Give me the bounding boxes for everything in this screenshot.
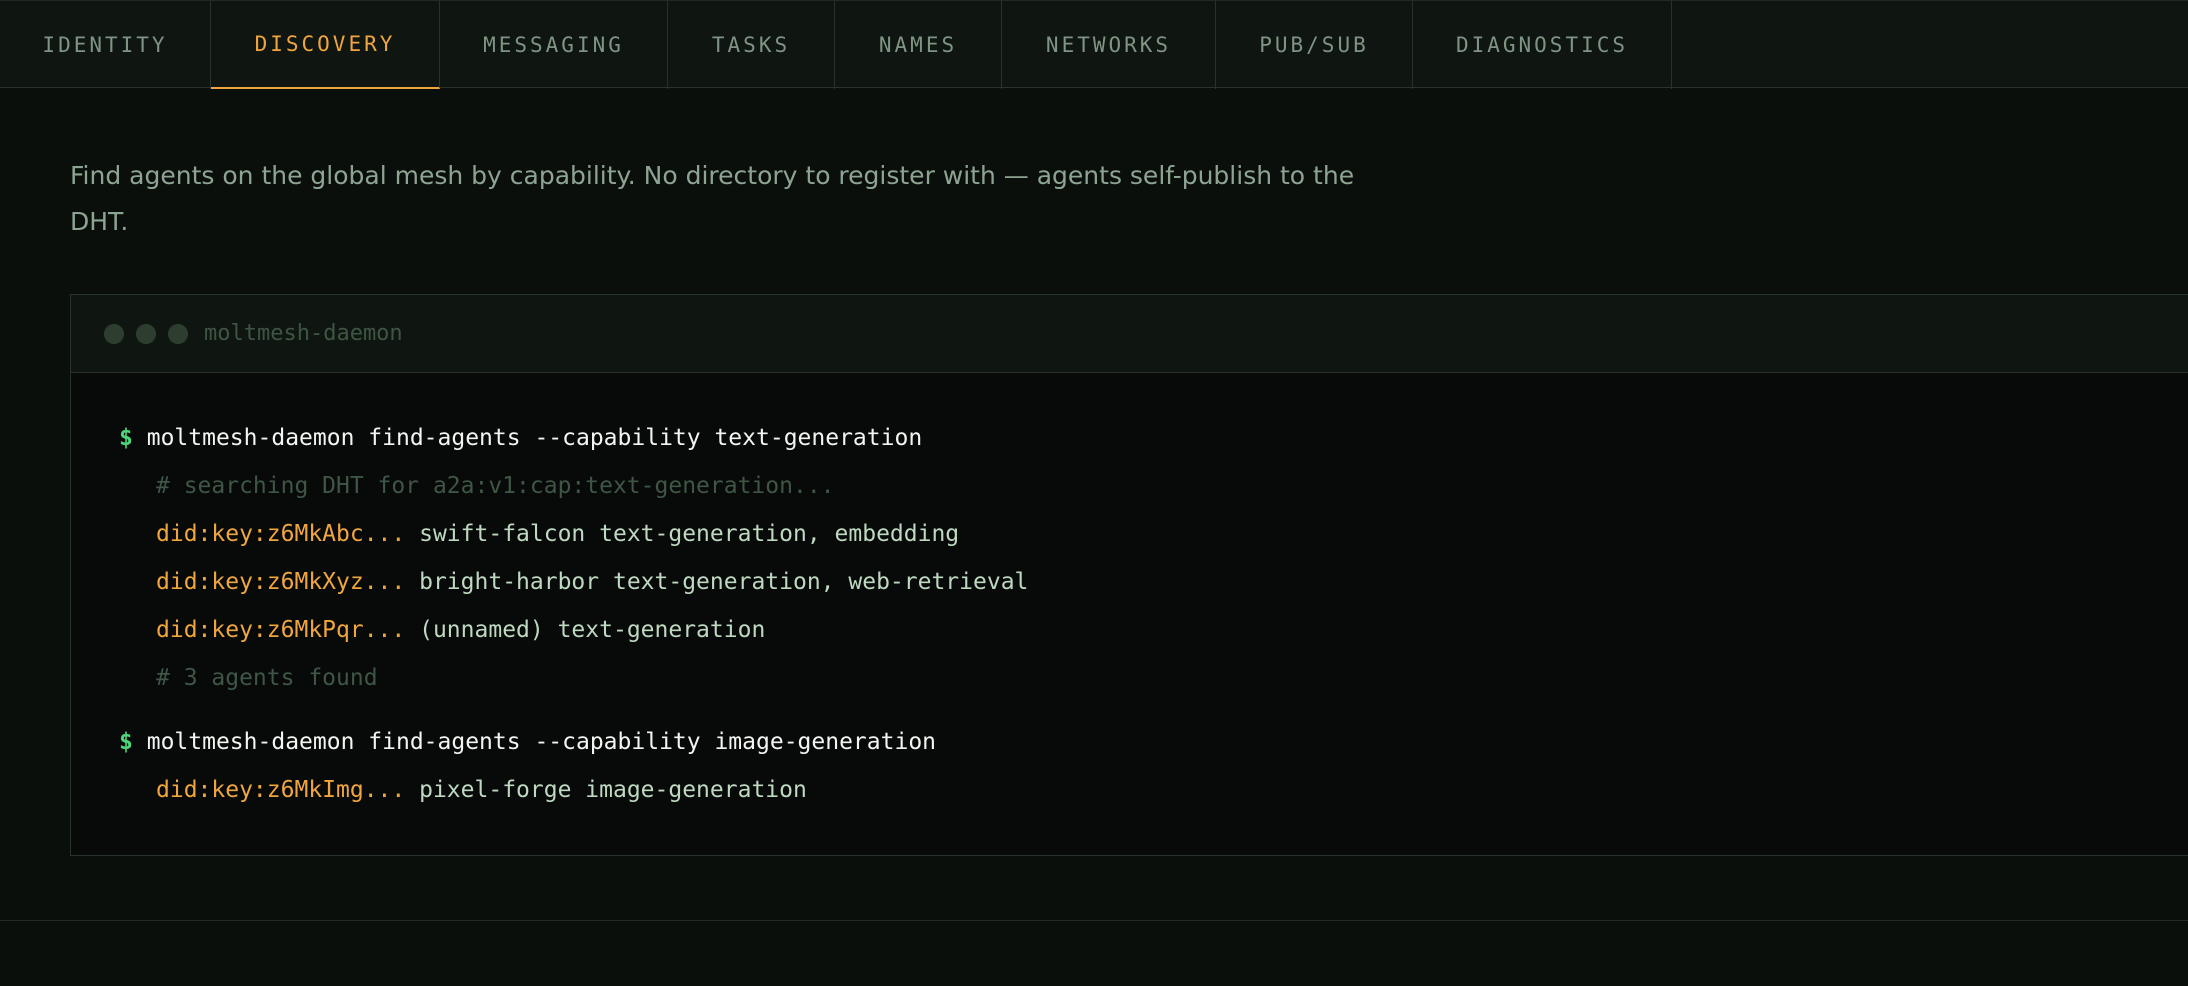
- agent-description: pixel-forge image-generation: [419, 777, 807, 803]
- tab-names[interactable]: NAMES: [835, 1, 1002, 89]
- tab-messaging[interactable]: MESSAGING: [440, 1, 668, 89]
- agent-description: bright-harbor text-generation, web-retri…: [419, 569, 1029, 595]
- tab-bar: IDENTITY DISCOVERY MESSAGING TASKS NAMES…: [0, 0, 2188, 89]
- window-dot-icon: [136, 323, 156, 344]
- agent-result: did:key:z6MkPqr... (unnamed) text-genera…: [156, 615, 765, 645]
- terminal-header: moltmesh-daemon: [71, 295, 2188, 373]
- output-comment: # 3 agents found: [156, 665, 378, 691]
- agent-did: did:key:z6MkXyz...: [156, 569, 406, 595]
- agent-result: did:key:z6MkImg... pixel-forge image-gen…: [156, 775, 807, 805]
- tab-pubsub[interactable]: PUB/SUB: [1216, 1, 1413, 89]
- prompt-symbol: $: [119, 729, 133, 755]
- tab-networks[interactable]: NETWORKS: [1002, 1, 1216, 89]
- agent-result: did:key:z6MkAbc... swift-falcon text-gen…: [156, 519, 959, 549]
- window-dot-icon: [104, 323, 124, 344]
- section-description: Find agents on the global mesh by capabi…: [70, 161, 1355, 236]
- agent-did: did:key:z6MkPqr...: [156, 617, 406, 643]
- agent-result: did:key:z6MkXyz... bright-harbor text-ge…: [156, 567, 1028, 597]
- tab-identity[interactable]: IDENTITY: [0, 1, 211, 89]
- command-line: $ moltmesh-daemon find-agents --capabili…: [119, 423, 922, 453]
- output-comment: # searching DHT for a2a:v1:cap:text-gene…: [156, 473, 835, 499]
- command-line: $ moltmesh-daemon find-agents --capabili…: [119, 727, 936, 757]
- agent-did: did:key:z6MkImg...: [156, 777, 406, 803]
- tab-discovery[interactable]: DISCOVERY: [211, 1, 440, 89]
- agent-description: swift-falcon text-generation, embedding: [419, 521, 960, 547]
- window-dot-icon: [168, 323, 188, 344]
- prompt-symbol: $: [119, 425, 133, 451]
- tab-diagnostics[interactable]: DIAGNOSTICS: [1413, 1, 1672, 89]
- agent-description: (unnamed) text-generation: [419, 617, 766, 643]
- terminal-window: moltmesh-daemon $ moltmesh-daemon find-a…: [70, 294, 2188, 856]
- agent-did: did:key:z6MkAbc...: [156, 521, 406, 547]
- command-text: moltmesh-daemon find-agents --capability…: [146, 425, 923, 451]
- section-divider: [0, 920, 2188, 921]
- terminal-title: moltmesh-daemon: [204, 321, 403, 346]
- command-text: moltmesh-daemon find-agents --capability…: [146, 729, 937, 755]
- tab-tasks[interactable]: TASKS: [668, 1, 835, 89]
